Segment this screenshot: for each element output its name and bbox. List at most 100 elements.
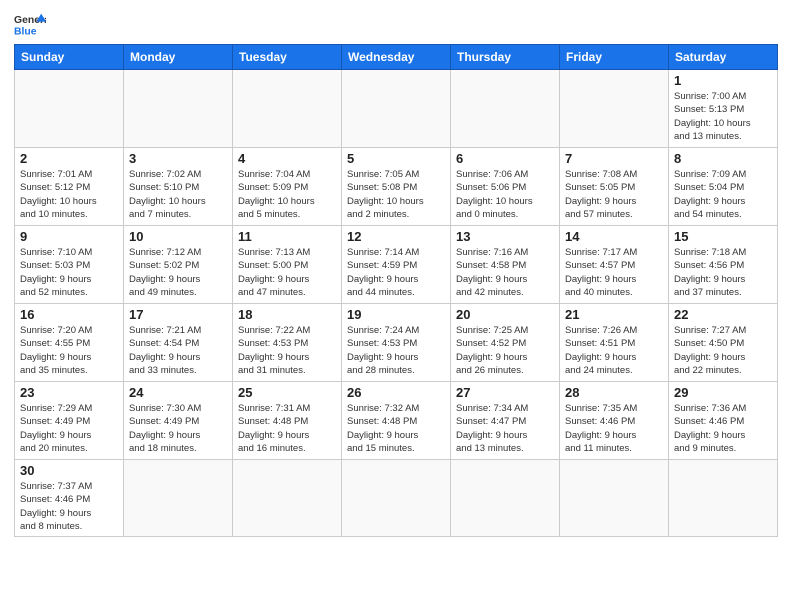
calendar-cell: 1Sunrise: 7:00 AMSunset: 5:13 PMDaylight…: [669, 70, 778, 148]
day-info: Sunrise: 7:36 AMSunset: 4:46 PMDaylight:…: [674, 402, 772, 455]
calendar-cell: [451, 70, 560, 148]
calendar-cell: 19 Sunrise: 7:24 AMSunset: 4:53 PMDayligh…: [342, 304, 451, 382]
calendar-cell: 7Sunrise: 7:08 AMSunset: 5:05 PMDaylight…: [560, 148, 669, 226]
day-info: Sunrise: 7:01 AMSunset: 5:12 PMDaylight:…: [20, 168, 118, 221]
calendar-cell: 11 Sunrise: 7:13 AMSunset: 5:00 PMDayligh…: [233, 226, 342, 304]
day-info: Sunrise: 7:22 AMSunset: 4:53 PMDaylight:…: [238, 324, 336, 377]
page: General Blue SundayMondayTuesdayWednesda…: [0, 0, 792, 612]
day-number: 19: [347, 307, 445, 322]
day-number: 30: [20, 463, 118, 478]
day-info: Sunrise: 7:05 AMSunset: 5:08 PMDaylight:…: [347, 168, 445, 221]
calendar-cell: [124, 70, 233, 148]
day-info: Sunrise: 7:30 AMSunset: 4:49 PMDaylight:…: [129, 402, 227, 455]
calendar-cell: 9 Sunrise: 7:10 AMSunset: 5:03 PMDaylight…: [15, 226, 124, 304]
day-number: 27: [456, 385, 554, 400]
day-number: 15: [674, 229, 772, 244]
day-info: Sunrise: 7:32 AMSunset: 4:48 PMDaylight:…: [347, 402, 445, 455]
day-info: Sunrise: 7:16 AMSunset: 4:58 PMDaylight:…: [456, 246, 554, 299]
logo: General Blue: [14, 10, 46, 38]
calendar-cell: 12Sunrise: 7:14 AMSunset: 4:59 PMDayligh…: [342, 226, 451, 304]
weekday-tuesday: Tuesday: [233, 45, 342, 70]
calendar-cell: 23 Sunrise: 7:29 AMSunset: 4:49 PMDayligh…: [15, 382, 124, 460]
day-info: Sunrise: 7:17 AMSunset: 4:57 PMDaylight:…: [565, 246, 663, 299]
calendar-cell: 8 Sunrise: 7:09 AMSunset: 5:04 PMDaylight…: [669, 148, 778, 226]
day-info: Sunrise: 7:20 AMSunset: 4:55 PMDaylight:…: [20, 324, 118, 377]
calendar-cell: 25 Sunrise: 7:31 AMSunset: 4:48 PMDayligh…: [233, 382, 342, 460]
calendar-cell: 10 Sunrise: 7:12 AMSunset: 5:02 PMDayligh…: [124, 226, 233, 304]
logo-icon: General Blue: [14, 10, 46, 38]
day-number: 13: [456, 229, 554, 244]
day-info: Sunrise: 7:04 AMSunset: 5:09 PMDaylight:…: [238, 168, 336, 221]
day-info: Sunrise: 7:02 AMSunset: 5:10 PMDaylight:…: [129, 168, 227, 221]
calendar-cell: 28 Sunrise: 7:35 AMSunset: 4:46 PMDayligh…: [560, 382, 669, 460]
calendar-cell: 16Sunrise: 7:20 AMSunset: 4:55 PMDayligh…: [15, 304, 124, 382]
weekday-thursday: Thursday: [451, 45, 560, 70]
day-info: Sunrise: 7:35 AMSunset: 4:46 PMDaylight:…: [565, 402, 663, 455]
weekday-monday: Monday: [124, 45, 233, 70]
calendar-cell: 29Sunrise: 7:36 AMSunset: 4:46 PMDayligh…: [669, 382, 778, 460]
calendar-cell: [560, 460, 669, 537]
day-info: Sunrise: 7:27 AMSunset: 4:50 PMDaylight:…: [674, 324, 772, 377]
week-row-6: 30 Sunrise: 7:37 AMSunset: 4:46 PMDayligh…: [15, 460, 778, 537]
calendar-cell: [342, 460, 451, 537]
day-number: 3: [129, 151, 227, 166]
day-number: 17: [129, 307, 227, 322]
day-number: 2: [20, 151, 118, 166]
calendar-cell: [342, 70, 451, 148]
week-row-1: 1Sunrise: 7:00 AMSunset: 5:13 PMDaylight…: [15, 70, 778, 148]
day-number: 21: [565, 307, 663, 322]
day-info: Sunrise: 7:10 AMSunset: 5:03 PMDaylight:…: [20, 246, 118, 299]
day-number: 10: [129, 229, 227, 244]
day-info: Sunrise: 7:00 AMSunset: 5:13 PMDaylight:…: [674, 90, 772, 143]
day-info: Sunrise: 7:37 AMSunset: 4:46 PMDaylight:…: [20, 480, 118, 533]
day-number: 7: [565, 151, 663, 166]
calendar-cell: 4 Sunrise: 7:04 AMSunset: 5:09 PMDaylight…: [233, 148, 342, 226]
day-info: Sunrise: 7:13 AMSunset: 5:00 PMDaylight:…: [238, 246, 336, 299]
calendar-cell: 18Sunrise: 7:22 AMSunset: 4:53 PMDayligh…: [233, 304, 342, 382]
day-number: 28: [565, 385, 663, 400]
day-number: 26: [347, 385, 445, 400]
day-info: Sunrise: 7:06 AMSunset: 5:06 PMDaylight:…: [456, 168, 554, 221]
calendar: SundayMondayTuesdayWednesdayThursdayFrid…: [14, 44, 778, 537]
week-row-4: 16Sunrise: 7:20 AMSunset: 4:55 PMDayligh…: [15, 304, 778, 382]
calendar-cell: 17Sunrise: 7:21 AMSunset: 4:54 PMDayligh…: [124, 304, 233, 382]
calendar-cell: 21Sunrise: 7:26 AMSunset: 4:51 PMDayligh…: [560, 304, 669, 382]
day-number: 9: [20, 229, 118, 244]
calendar-cell: 26 Sunrise: 7:32 AMSunset: 4:48 PMDayligh…: [342, 382, 451, 460]
svg-text:Blue: Blue: [14, 26, 37, 37]
day-number: 11: [238, 229, 336, 244]
day-info: Sunrise: 7:31 AMSunset: 4:48 PMDaylight:…: [238, 402, 336, 455]
weekday-header-row: SundayMondayTuesdayWednesdayThursdayFrid…: [15, 45, 778, 70]
calendar-cell: 15Sunrise: 7:18 AMSunset: 4:56 PMDayligh…: [669, 226, 778, 304]
day-number: 25: [238, 385, 336, 400]
calendar-cell: [451, 460, 560, 537]
day-number: 22: [674, 307, 772, 322]
day-info: Sunrise: 7:09 AMSunset: 5:04 PMDaylight:…: [674, 168, 772, 221]
calendar-cell: 24Sunrise: 7:30 AMSunset: 4:49 PMDayligh…: [124, 382, 233, 460]
day-info: Sunrise: 7:24 AMSunset: 4:53 PMDaylight:…: [347, 324, 445, 377]
week-row-3: 9 Sunrise: 7:10 AMSunset: 5:03 PMDaylight…: [15, 226, 778, 304]
day-number: 23: [20, 385, 118, 400]
weekday-wednesday: Wednesday: [342, 45, 451, 70]
calendar-cell: [560, 70, 669, 148]
calendar-cell: 20 Sunrise: 7:25 AMSunset: 4:52 PMDayligh…: [451, 304, 560, 382]
day-info: Sunrise: 7:12 AMSunset: 5:02 PMDaylight:…: [129, 246, 227, 299]
day-number: 20: [456, 307, 554, 322]
day-number: 8: [674, 151, 772, 166]
calendar-cell: 30 Sunrise: 7:37 AMSunset: 4:46 PMDayligh…: [15, 460, 124, 537]
day-number: 4: [238, 151, 336, 166]
day-number: 6: [456, 151, 554, 166]
calendar-cell: 2 Sunrise: 7:01 AMSunset: 5:12 PMDaylight…: [15, 148, 124, 226]
week-row-5: 23 Sunrise: 7:29 AMSunset: 4:49 PMDayligh…: [15, 382, 778, 460]
calendar-cell: [15, 70, 124, 148]
weekday-saturday: Saturday: [669, 45, 778, 70]
weekday-sunday: Sunday: [15, 45, 124, 70]
day-number: 14: [565, 229, 663, 244]
calendar-cell: 27Sunrise: 7:34 AMSunset: 4:47 PMDayligh…: [451, 382, 560, 460]
weekday-friday: Friday: [560, 45, 669, 70]
day-info: Sunrise: 7:29 AMSunset: 4:49 PMDaylight:…: [20, 402, 118, 455]
calendar-cell: [669, 460, 778, 537]
calendar-cell: [233, 460, 342, 537]
day-info: Sunrise: 7:25 AMSunset: 4:52 PMDaylight:…: [456, 324, 554, 377]
calendar-cell: 14 Sunrise: 7:17 AMSunset: 4:57 PMDayligh…: [560, 226, 669, 304]
